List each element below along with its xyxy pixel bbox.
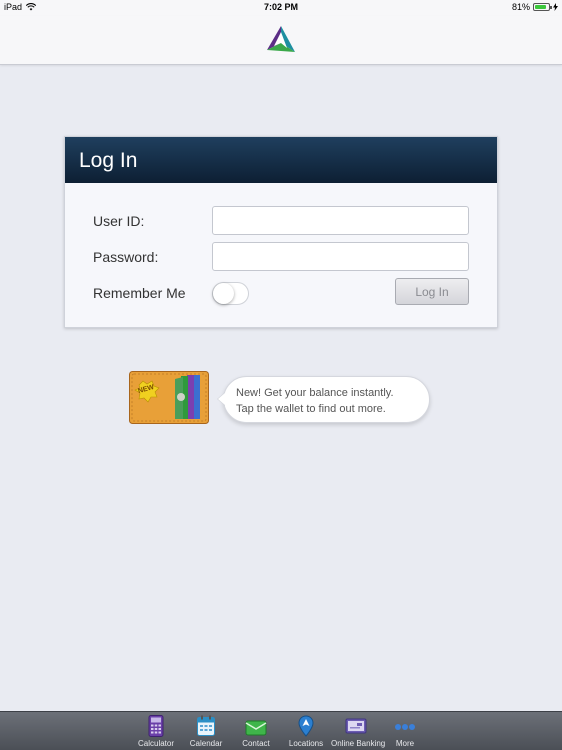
- tab-label-calculator: Calculator: [137, 739, 174, 748]
- battery-percent: 81%: [511, 2, 530, 12]
- toggle-knob: [213, 283, 234, 304]
- tab-label-more: More: [395, 739, 415, 748]
- tab-calculator[interactable]: Calculator: [132, 712, 180, 750]
- remember-me-label: Remember Me: [93, 285, 186, 301]
- bank-logo-icon: [267, 26, 295, 52]
- user-id-label: User ID:: [93, 213, 145, 229]
- promo-bubble: New! Get your balance instantly. Tap the…: [217, 376, 430, 423]
- tab-locations[interactable]: Locations: [282, 712, 330, 750]
- tab-label-online-banking: Online Banking: [331, 739, 386, 748]
- login-card: Log In User ID: Password: Remember Me Lo…: [64, 136, 498, 328]
- user-id-field[interactable]: [212, 206, 469, 235]
- calendar-icon: [197, 715, 215, 736]
- battery-icon: [533, 3, 552, 11]
- status-bar: iPad 7:02 PM 81%: [0, 0, 562, 16]
- password-field[interactable]: [212, 242, 469, 271]
- tab-more[interactable]: More: [381, 712, 429, 750]
- tab-label-calendar: Calendar: [189, 739, 223, 748]
- tab-label-contact: Contact: [242, 739, 270, 748]
- status-right: 81%: [512, 2, 558, 12]
- location-pin-icon: [298, 715, 314, 737]
- promo-line-1: New! Get your balance instantly.: [236, 387, 394, 399]
- tab-contact[interactable]: Contact: [232, 712, 280, 750]
- nav-bar: [0, 16, 562, 65]
- more-dots-icon: [395, 724, 415, 730]
- battery-fill: [535, 5, 546, 9]
- wallet-button[interactable]: NEW: [129, 371, 209, 424]
- tab-online-banking[interactable]: Online Banking: [331, 712, 386, 750]
- online-banking-icon: [345, 718, 367, 734]
- wallet-icon: [129, 371, 209, 424]
- promo-line-2: Tap the wallet to find out more.: [236, 403, 386, 415]
- charging-bolt-icon: [553, 3, 558, 11]
- password-label: Password:: [93, 249, 159, 265]
- envelope-icon: [245, 720, 267, 736]
- login-title: Log In: [65, 137, 497, 183]
- tab-label-locations: Locations: [288, 739, 324, 748]
- remember-me-toggle[interactable]: [212, 282, 249, 305]
- tab-bar: Calculator Calendar Contact Locations On…: [0, 711, 562, 750]
- status-time: 7:02 PM: [263, 2, 298, 12]
- calculator-icon: [148, 715, 164, 737]
- tab-calendar[interactable]: Calendar: [182, 712, 230, 750]
- login-button[interactable]: Log In: [395, 278, 469, 305]
